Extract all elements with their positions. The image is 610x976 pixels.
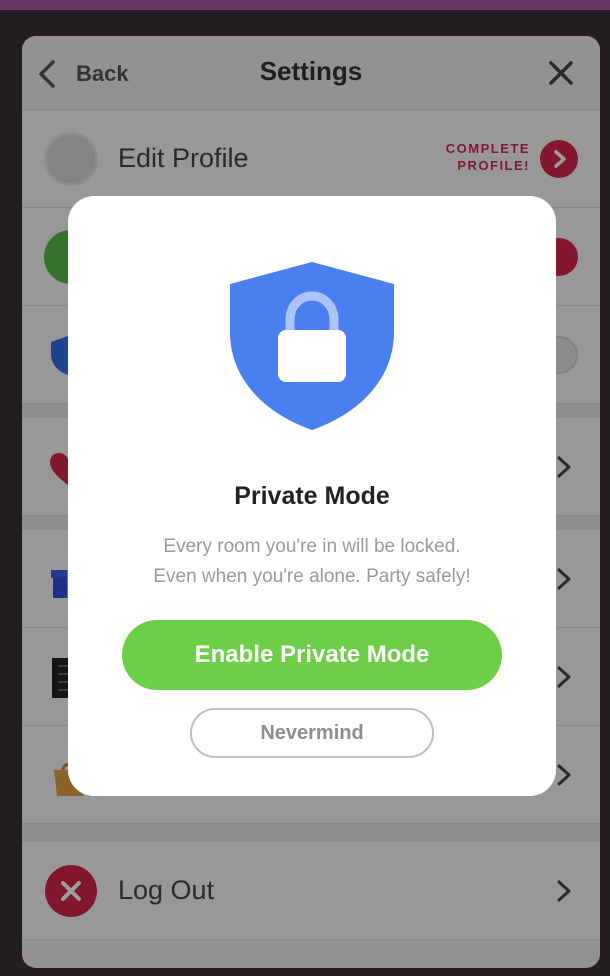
enable-private-mode-button[interactable]: Enable Private Mode [122, 620, 502, 690]
dialog-title: Private Mode [234, 482, 390, 510]
dialog-description: Every room you're in will be locked. Eve… [68, 532, 556, 592]
private-mode-dialog: Private Mode Every room you're in will b… [68, 196, 556, 796]
dialog-description-line: Even when you're alone. Party safely! [153, 566, 471, 587]
nevermind-button[interactable]: Nevermind [190, 708, 434, 758]
dialog-description-line: Every room you're in will be locked. [163, 536, 461, 557]
shield-lock-icon [230, 262, 394, 430]
